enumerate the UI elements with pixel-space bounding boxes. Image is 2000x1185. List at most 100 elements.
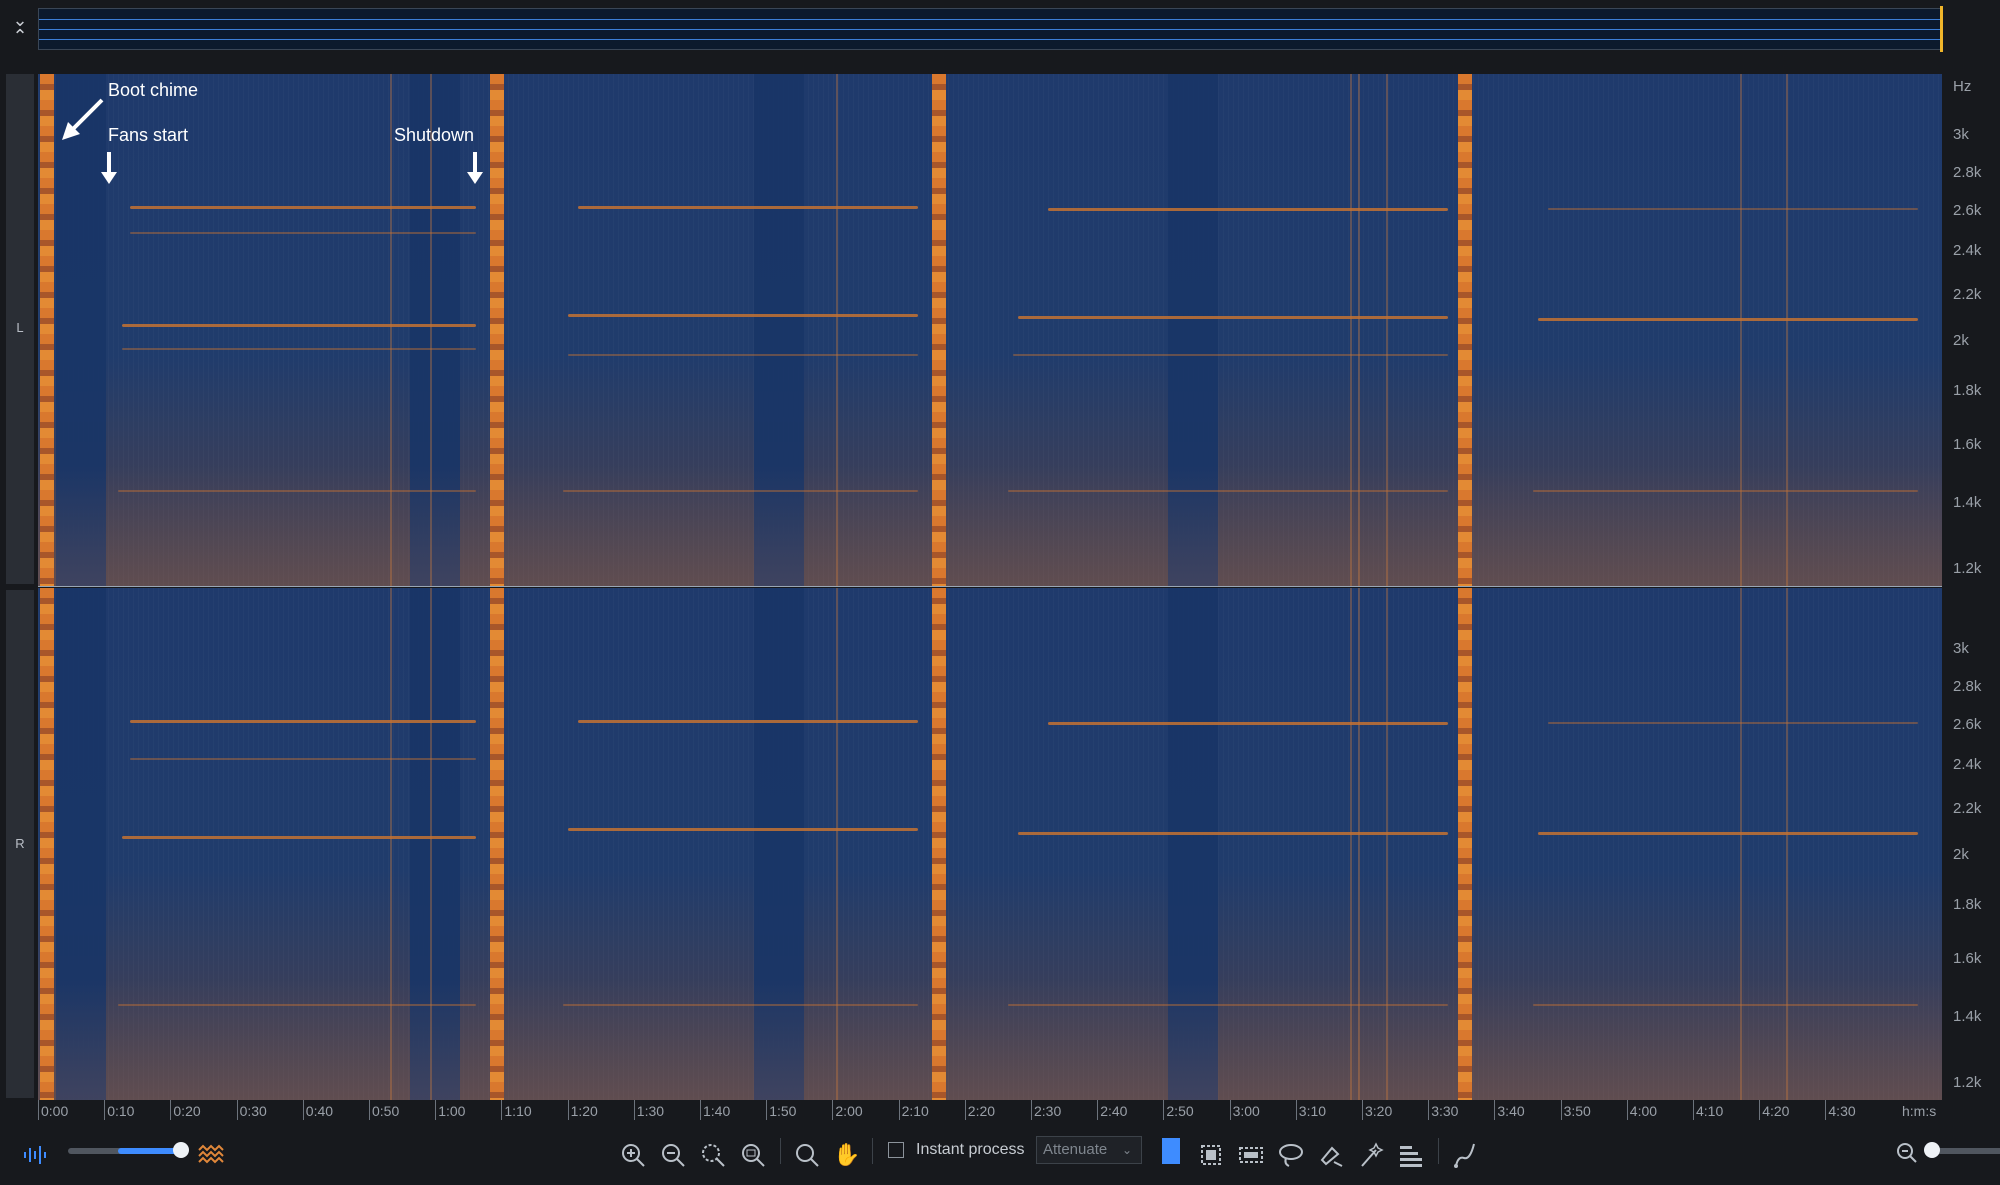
frequency-selection-icon[interactable] bbox=[1196, 1140, 1226, 1170]
blend-slider-knob[interactable] bbox=[173, 1142, 189, 1158]
freq-tick: 3k bbox=[1953, 126, 1969, 143]
time-tick-mark bbox=[898, 1100, 900, 1120]
time-tick-mark bbox=[1031, 1100, 1032, 1120]
instant-process-checkbox[interactable] bbox=[888, 1142, 904, 1158]
time-tick-mark bbox=[170, 1100, 172, 1120]
time-tick-label: 3:50 bbox=[1563, 1103, 1591, 1119]
waveform-icon[interactable] bbox=[20, 1140, 50, 1170]
time-tick-mark bbox=[964, 1100, 966, 1120]
time-tick-mark bbox=[1626, 1100, 1628, 1120]
time-tick-label: 2:20 bbox=[967, 1103, 996, 1119]
time-tick-mark bbox=[1759, 1100, 1761, 1120]
time-tick-label: 1:30 bbox=[636, 1103, 665, 1119]
time-tick-mark bbox=[1693, 1100, 1694, 1120]
freq-tick: 2.8k bbox=[1953, 678, 1982, 695]
time-tick-label: 2:50 bbox=[1166, 1103, 1194, 1119]
time-tick-mark bbox=[1494, 1100, 1496, 1120]
brush-icon[interactable] bbox=[1316, 1140, 1346, 1170]
magnify-icon[interactable] bbox=[792, 1140, 822, 1170]
freq-tick: 2k bbox=[1953, 846, 1969, 863]
time-tick-mark bbox=[1825, 1100, 1827, 1120]
spectrogram-icon[interactable] bbox=[196, 1140, 226, 1170]
freq-tick: 2.6k bbox=[1953, 202, 1982, 219]
time-tick-mark bbox=[1097, 1100, 1099, 1120]
time-tick-mark bbox=[1295, 1100, 1297, 1120]
channel-right-track: R bbox=[6, 590, 34, 1098]
freq-tick: 2.4k bbox=[1953, 756, 1982, 773]
freq-tick: 3k bbox=[1953, 640, 1969, 657]
blend-slider-fill bbox=[118, 1148, 180, 1154]
time-tick-label: 3:30 bbox=[1431, 1103, 1459, 1119]
boot-chime-arrow-icon bbox=[62, 98, 104, 140]
time-tick-mark bbox=[501, 1100, 503, 1120]
time-tick-label: 0:30 bbox=[239, 1103, 267, 1119]
time-tick-label: 0:00 bbox=[41, 1103, 69, 1119]
time-selection-icon[interactable] bbox=[1162, 1138, 1180, 1164]
time-tick-label: 0:40 bbox=[305, 1103, 334, 1119]
time-tick-label: 2:30 bbox=[1034, 1103, 1062, 1119]
time-tick-mark bbox=[832, 1100, 834, 1120]
instant-process-label: Instant process bbox=[916, 1141, 1025, 1158]
freq-tick: 1.4k bbox=[1953, 494, 1982, 511]
freq-tick: 1.8k bbox=[1953, 382, 1982, 399]
time-tick-label: 4:20 bbox=[1762, 1103, 1790, 1119]
zoom-fit-icon[interactable] bbox=[738, 1140, 768, 1170]
annotation-fans-start: Fans start bbox=[108, 125, 189, 145]
time-tick-mark bbox=[104, 1100, 106, 1120]
time-tick-label: 4:10 bbox=[1696, 1103, 1724, 1119]
freq-tick: 2.6k bbox=[1953, 716, 1982, 733]
playhead-marker[interactable] bbox=[1940, 6, 1943, 52]
freq-tick: 2.2k bbox=[1953, 286, 1982, 303]
time-ruler[interactable]: 0:00 0:10 0:20 0:30 0:40 0:50 1:00 1:10 1:20 1:30… bbox=[38, 1100, 1942, 1122]
spectrogram-right[interactable] bbox=[38, 588, 1942, 1100]
freq-tick: 1.8k bbox=[1953, 896, 1982, 913]
time-tick-mark bbox=[1428, 1100, 1430, 1120]
zoom-out-vertical-icon[interactable] bbox=[1892, 1138, 1922, 1168]
zoom-in-icon[interactable] bbox=[618, 1140, 648, 1170]
harmonics-icon[interactable] bbox=[1396, 1140, 1426, 1170]
toolbar-separator bbox=[780, 1138, 781, 1164]
frequency-axis-left: Hz 3k 2.8k 2.6k 2.4k 2.2k 2k 1.8k 1.6k 1… bbox=[1945, 74, 2000, 586]
time-tick-label: 2:00 bbox=[835, 1103, 863, 1119]
frequency-axis-right: 3k 2.8k 2.6k 2.4k 2.2k 2k 1.8k 1.6k 1.4k… bbox=[1945, 588, 2000, 1100]
channel-left-track: L bbox=[6, 74, 34, 584]
time-tick-mark bbox=[1362, 1100, 1363, 1120]
freq-tick: 2.4k bbox=[1953, 242, 1982, 259]
freq-unit: Hz bbox=[1953, 78, 1972, 95]
spectrogram-left[interactable] bbox=[38, 74, 1942, 586]
time-tick-mark bbox=[1560, 1100, 1562, 1120]
overview-waveform[interactable] bbox=[38, 8, 1942, 50]
hand-icon[interactable]: ✋ bbox=[832, 1140, 862, 1170]
time-tick-mark bbox=[567, 1100, 569, 1120]
magic-wand-icon[interactable] bbox=[1356, 1140, 1386, 1170]
chevron-down-icon: ⌄ bbox=[1122, 1143, 1133, 1157]
time-tick-label: 1:20 bbox=[570, 1103, 598, 1119]
time-tick-label: 0:50 bbox=[372, 1103, 400, 1119]
toolbar-separator bbox=[872, 1138, 873, 1164]
time-tick-mark bbox=[369, 1100, 370, 1120]
time-tick-mark bbox=[38, 1100, 39, 1120]
freq-tick: 1.6k bbox=[1953, 436, 1982, 453]
time-frequency-selection-icon[interactable] bbox=[1236, 1140, 1266, 1170]
time-tick-label: 4:00 bbox=[1629, 1103, 1658, 1119]
time-tick-label: 1:00 bbox=[438, 1103, 466, 1119]
freq-tick: 1.2k bbox=[1953, 560, 1982, 577]
zoom-out-icon[interactable] bbox=[658, 1140, 688, 1170]
channel-left-label: L bbox=[16, 320, 24, 335]
vertical-zoom-knob[interactable] bbox=[1924, 1142, 1940, 1158]
vertical-zoom-slider[interactable] bbox=[1932, 1148, 2000, 1154]
time-tick-label: 3:20 bbox=[1365, 1103, 1393, 1119]
channel-right-label: R bbox=[15, 836, 25, 851]
time-tick-mark bbox=[633, 1100, 635, 1120]
time-tick-mark bbox=[1163, 1100, 1165, 1120]
toolbar-separator bbox=[1438, 1138, 1439, 1164]
zoom-selection-icon[interactable] bbox=[698, 1140, 728, 1170]
time-tick-mark bbox=[766, 1100, 768, 1120]
pencil-curve-icon[interactable] bbox=[1450, 1140, 1480, 1170]
time-tick-label: 1:10 bbox=[504, 1103, 532, 1119]
collapse-overview-icon[interactable]: ⌄ ⌃ bbox=[8, 11, 32, 46]
time-tick-mark bbox=[1229, 1100, 1231, 1120]
lasso-icon[interactable] bbox=[1276, 1140, 1306, 1170]
time-unit: h:m:s bbox=[1902, 1103, 1937, 1119]
time-tick-label: 1:50 bbox=[769, 1103, 797, 1119]
